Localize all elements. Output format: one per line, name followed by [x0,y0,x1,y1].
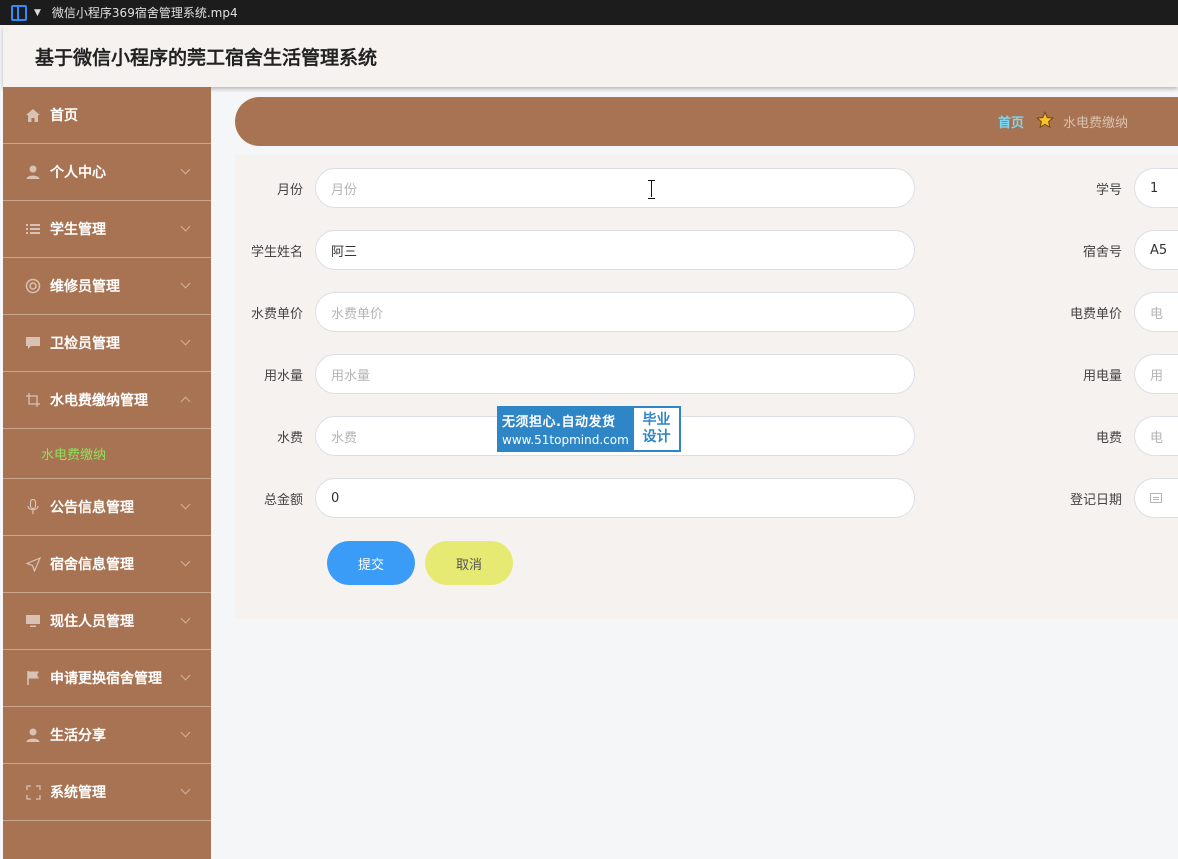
submit-button[interactable]: 提交 [327,541,415,585]
chevron-down-icon [180,164,191,175]
form-row-electric-usage: 用电量 用 [1034,354,1178,394]
monitor-icon [25,613,41,629]
student-id-input[interactable]: 1 [1134,168,1178,208]
breadcrumb-current: 水电费缴纳 [1063,116,1129,131]
sidebar-item-utility-payment-management[interactable]: 水电费缴纳管理 [3,372,211,429]
form-row-water-unit-price: 水费单价 水费单价 [235,292,915,332]
person-icon [25,727,41,743]
total-amount-input[interactable]: 0 [315,478,915,518]
chevron-down-icon [180,727,191,738]
form-row-dorm-number: 宿舍号 A5 [1034,230,1178,270]
electric-fee-label: 电费 [1095,430,1122,446]
electric-usage-input[interactable]: 用 [1134,354,1178,394]
sidebar-item-life-sharing[interactable]: 生活分享 [3,707,211,764]
lifebuoy-icon [25,278,41,294]
watermark-line2: www.51topmind.com [502,433,629,447]
sidebar-item-personal-center[interactable]: 个人中心 [3,144,211,201]
chevron-down-icon [180,278,191,289]
chevron-down-icon [180,556,191,567]
total-amount-label: 总金额 [263,492,303,508]
window-title: 微信小程序369宿舍管理系统.mp4 [51,6,238,20]
sidebar-item-resident-management[interactable]: 现住人员管理 [3,593,211,650]
app-header: 基于微信小程序的莞工宿舍生活管理系统 [3,26,1178,87]
register-date-picker[interactable] [1134,478,1178,518]
user-icon [25,164,41,180]
list-icon [25,221,41,237]
home-icon [25,107,41,123]
electric-usage-label: 用电量 [1082,368,1122,384]
form-row-electric-fee: 电费 电 [1034,416,1178,456]
chat-icon [25,335,41,351]
register-date-label: 登记日期 [1069,492,1122,508]
electric-unit-price-input[interactable]: 电 [1134,292,1178,332]
student-id-label: 学号 [1095,182,1122,198]
watermark-line1: 无须担心.自动发货 [502,415,616,430]
water-usage-label: 用水量 [263,368,303,384]
sidebar-item-notice-management[interactable]: 公告信息管理 [3,479,211,536]
sidebar-item-system-management[interactable]: 系统管理 [3,764,211,821]
electric-unit-price-label: 电费单价 [1069,306,1122,322]
flag-icon [25,670,41,686]
water-usage-input[interactable]: 用水量 [315,354,915,394]
breadcrumb: 首页 水电费缴纳 [235,97,1178,146]
dorm-number-input[interactable]: A5 [1134,230,1178,270]
water-fee-label: 水费 [276,430,303,446]
sidebar-item-inspector-management[interactable]: 卫检员管理 [3,315,211,372]
menu-caret-icon[interactable]: ▼ [34,8,41,18]
form-row-electric-unit-price: 电费单价 电 [1034,292,1178,332]
text-cursor-icon [648,180,655,199]
electric-fee-input[interactable]: 电 [1134,416,1178,456]
student-name-input[interactable]: 阿三 [315,230,915,270]
water-unit-price-label: 水费单价 [250,306,303,322]
month-label: 月份 [276,182,303,198]
month-input[interactable]: 月份 [315,168,915,208]
sidebar-item-student-management[interactable]: 学生管理 [3,201,211,258]
sidebar-item-dorm-change-request[interactable]: 申请更换宿舍管理 [3,650,211,707]
form-row-student-name: 学生姓名 阿三 [235,230,915,270]
sidebar: 首页 个人中心 学生管理 维修员管理 卫检员管理 水电费缴纳管理 水电费缴纳 公… [3,87,211,859]
form-row-student-id: 学号 1 [1034,168,1178,208]
page-title: 基于微信小程序的莞工宿舍生活管理系统 [35,47,378,69]
send-icon [25,556,41,572]
star-icon [1036,111,1054,129]
student-name-label: 学生姓名 [250,244,303,260]
chevron-down-icon [180,613,191,624]
window-titlebar: ▼ 微信小程序369宿舍管理系统.mp4 [0,0,1178,25]
sidebar-item-repairman-management[interactable]: 维修员管理 [3,258,211,315]
chevron-down-icon [180,499,191,510]
chevron-up-icon [180,396,191,407]
form-row-water-usage: 用水量 用水量 [235,354,915,394]
chevron-down-icon [180,670,191,681]
dorm-number-label: 宿舍号 [1082,244,1122,260]
cancel-button[interactable]: 取消 [425,541,513,585]
form-row-total-amount: 总金额 0 [235,478,915,518]
breadcrumb-home-link[interactable]: 首页 [998,112,1024,131]
sidebar-item-dorm-info-management[interactable]: 宿舍信息管理 [3,536,211,593]
calendar-icon [1150,493,1162,503]
fullscreen-icon [25,784,41,800]
chevron-down-icon [180,221,191,232]
chevron-down-icon [180,335,191,346]
form-row-month: 月份 月份 [235,168,915,208]
form-row-register-date: 登记日期 [1034,478,1178,518]
chevron-down-icon [180,784,191,795]
sidebar-subitem-utility-payment[interactable]: 水电费缴纳 [3,429,211,479]
sidebar-item-home[interactable]: 首页 [3,87,211,144]
water-unit-price-input[interactable]: 水费单价 [315,292,915,332]
watermark: 无须担心.自动发货 www.51topmind.com 毕业 设计 [497,406,681,452]
crop-icon [25,392,41,408]
watermark-badge: 毕业 设计 [633,407,680,451]
microphone-icon [25,499,41,515]
player-app-icon[interactable] [11,4,27,21]
